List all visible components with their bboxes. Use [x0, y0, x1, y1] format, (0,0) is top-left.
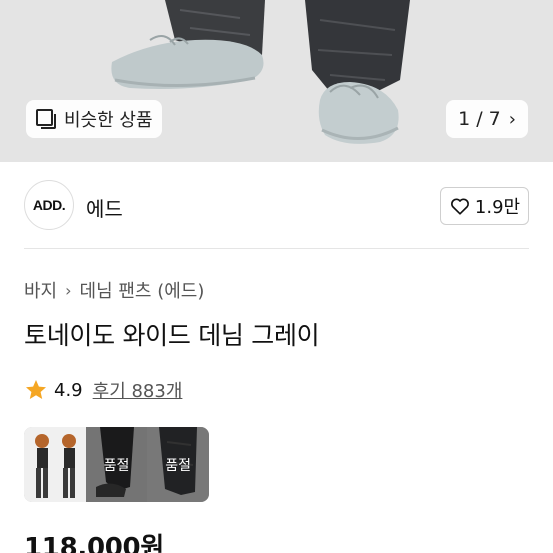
chevron-right-icon: › — [508, 108, 516, 130]
breadcrumb-item-denim[interactable]: 데님 팬츠 (에드) — [80, 277, 205, 303]
gallery-pager-text: 1 / 7 — [458, 108, 501, 130]
sold-out-label: 품절 — [103, 457, 130, 474]
breadcrumb-item-pants[interactable]: 바지 — [24, 277, 57, 303]
brand-name[interactable]: 에드 — [86, 193, 123, 222]
divider — [24, 248, 529, 249]
star-icon — [26, 380, 46, 399]
rating-value: 4.9 — [54, 379, 83, 401]
variant-thumbnails: 품절 품절 — [24, 427, 209, 502]
variant-photo — [24, 427, 86, 502]
variant-thumbnail[interactable] — [24, 427, 86, 502]
sold-out-label: 품절 — [165, 457, 192, 474]
product-price: 118,000원 — [24, 533, 164, 553]
similar-items-icon — [36, 109, 56, 129]
brand-row: ADD. 에드 1.9만 — [0, 162, 553, 250]
breadcrumb: 바지 › 데님 팬츠 (에드) — [24, 277, 204, 303]
variant-thumbnail[interactable]: 품절 — [147, 427, 209, 502]
heart-outline-icon — [450, 198, 469, 215]
sold-out-overlay: 품절 — [85, 427, 148, 502]
similar-products-button[interactable]: 비슷한 상품 — [26, 100, 162, 138]
product-title: 토네이도 와이드 데님 그레이 — [24, 321, 320, 350]
brand-logo-text: ADD. — [32, 197, 66, 213]
rating-row: 4.9 후기 883개 — [24, 377, 182, 403]
sold-out-overlay: 품절 — [147, 427, 209, 502]
like-count: 1.9만 — [474, 197, 521, 218]
brand-logo[interactable]: ADD. — [24, 180, 74, 230]
chevron-right-icon: › — [65, 280, 72, 300]
product-image-gallery[interactable]: 비슷한 상품 1 / 7 › — [0, 0, 553, 162]
like-button[interactable]: 1.9만 — [440, 187, 529, 225]
variant-thumbnail[interactable]: 품절 — [85, 427, 148, 502]
reviews-link[interactable]: 후기 883개 — [93, 377, 183, 403]
similar-products-label: 비슷한 상품 — [64, 110, 153, 131]
gallery-pager-button[interactable]: 1 / 7 › — [446, 100, 528, 138]
